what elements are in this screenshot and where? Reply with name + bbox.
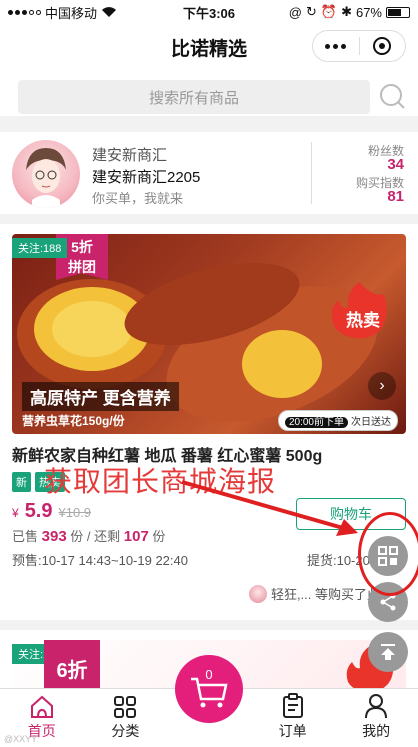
back-to-top-button[interactable] [368, 632, 408, 672]
search-icon[interactable] [378, 82, 406, 110]
tab-orders-label: 订单 [278, 723, 307, 739]
more-icon [325, 43, 347, 49]
leader-shop: 建安新商汇2205 [92, 169, 201, 186]
presale-period: 预售:10-17 14:43~10-19 22:40 [12, 553, 188, 568]
miniprogram-capsule [312, 30, 406, 62]
bluetooth-icon: ✱ [341, 4, 352, 19]
price-row: ¥ 5.9 ¥10.9 [12, 500, 91, 523]
delivery-time: 20:00前下单 [284, 417, 348, 428]
status-time: 下午3:06 [182, 5, 236, 21]
alarm-icon: ⏰ [320, 4, 338, 19]
signal-icon [8, 9, 41, 15]
buyer-avatar [248, 584, 267, 603]
leader-avatar [12, 140, 80, 208]
leader-slogan: 你买单，我就来 [92, 191, 184, 206]
remain-unit: 份 [152, 529, 166, 544]
sold-info: 已售 393 份 / 还剩 107 份 [12, 526, 165, 545]
image-slogan: 高原特产 更含营养 [22, 382, 179, 411]
more-button[interactable] [313, 31, 359, 61]
sold-unit: 份 / 还剩 [70, 529, 121, 544]
price: 5.9 [24, 500, 53, 522]
delivery-note: 次日送达 [351, 417, 391, 428]
sold-label: 已售 [12, 529, 39, 544]
follow-badge: 关注:188 [12, 238, 68, 258]
tab-bar: 首页 分类 0 订单 我的 [0, 655, 418, 747]
orientation-lock-icon: ↻ [305, 4, 317, 19]
tab-orders[interactable]: 订单 [251, 689, 335, 747]
delivery-badge: 20:00前下单 次日送达 [277, 410, 398, 431]
hot-label: 热卖 [346, 311, 380, 330]
navbar: 比诺精选 [0, 24, 418, 70]
tab-cart[interactable]: 0 [167, 655, 251, 747]
search-input[interactable]: 搜索所有商品 [18, 80, 370, 114]
category-icon [114, 696, 137, 718]
close-miniprogram-button[interactable] [360, 31, 406, 61]
tab-mine-label: 我的 [362, 723, 391, 739]
search-bar: 搜索所有商品 [0, 70, 418, 124]
fans-value: 34 [387, 156, 404, 173]
cart-count: 0 [205, 667, 213, 682]
target-icon [373, 37, 392, 55]
original-price: ¥10.9 [58, 505, 92, 520]
orders-icon [282, 693, 303, 718]
wifi-icon [102, 7, 117, 17]
battery-icon [386, 6, 410, 18]
home-icon [30, 695, 53, 718]
user-icon [365, 694, 388, 719]
tab-mine[interactable]: 我的 [334, 689, 418, 747]
location-icon: @ [288, 4, 302, 20]
tab-category[interactable]: 分类 [84, 689, 168, 747]
tab-category-label: 分类 [111, 723, 140, 739]
currency-symbol: ¥ [12, 506, 19, 520]
status-bar: 中国移动 下午3:06 @ ↻ ⏰ ✱ 67% [0, 0, 418, 24]
leader-card[interactable]: 建安新商汇 建安新商汇2205 你买单，我就来 粉丝数 34 购买指数 81 [0, 132, 418, 214]
product-card[interactable]: 关注:188 5折 拼团 热卖 › 高原特产 更含营养 营养虫草花150g/份 … [0, 224, 418, 620]
tag-new: 新 [12, 472, 31, 492]
cart-button-label: 购物车 [330, 506, 372, 522]
cart-button[interactable]: 0 [174, 655, 243, 723]
arrow-up-icon [381, 644, 395, 660]
purchase-index-value: 81 [387, 188, 404, 205]
battery-percent: 67% [355, 4, 382, 20]
page-title: 比诺精选 [170, 38, 247, 60]
next-image-button[interactable]: › [368, 372, 396, 400]
image-spec: 营养虫草花150g/份 [22, 414, 125, 428]
sold-count: 393 [41, 528, 67, 545]
product-image[interactable]: 关注:188 5折 拼团 热卖 › 高原特产 更含营养 营养虫草花150g/份 … [12, 234, 406, 434]
leader-name: 建安新商汇 [92, 147, 168, 164]
annotation-circle [358, 512, 418, 596]
annotation-text: 获取团长商城海报 [44, 466, 277, 497]
divider [311, 142, 312, 204]
discount-tag-2: 6折 [44, 640, 100, 688]
carrier-label: 中国移动 [45, 5, 98, 21]
watermark: @XXYY [4, 734, 38, 744]
remain-count: 107 [123, 528, 149, 545]
